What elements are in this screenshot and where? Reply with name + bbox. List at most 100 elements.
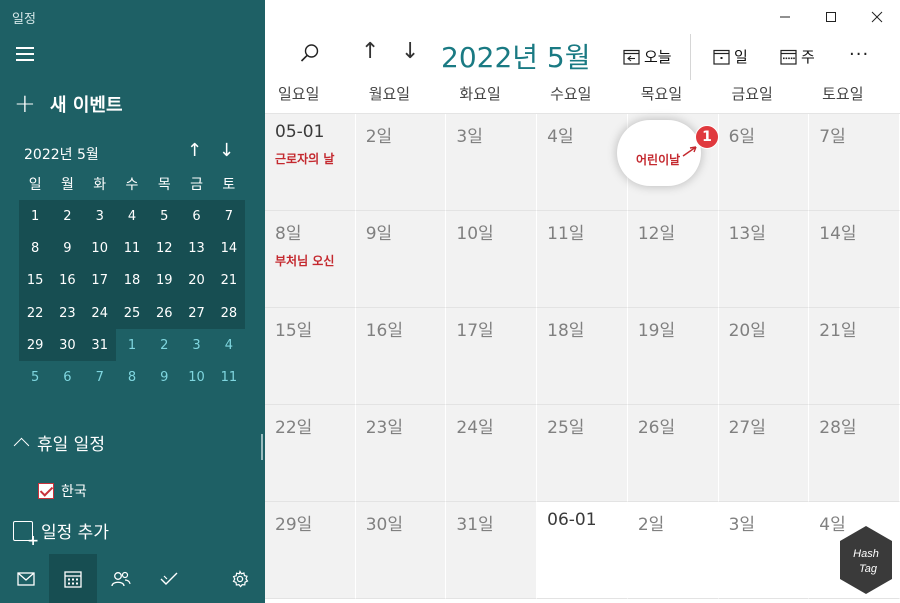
mini-next-month-arrow-down-icon[interactable]: ↓ (219, 140, 234, 161)
day-cell[interactable]: 16일 (355, 308, 447, 405)
mini-calendar-day[interactable]: 9 (148, 361, 180, 393)
day-cell[interactable]: 2일 (627, 502, 719, 599)
todo-app-button[interactable] (145, 554, 193, 603)
mini-calendar-day[interactable]: 24 (83, 296, 116, 330)
day-cell[interactable]: 26일 (627, 405, 719, 502)
mini-calendar-day[interactable]: 21 (212, 264, 245, 297)
day-cell[interactable]: 8일 부처님 오신 (265, 211, 356, 308)
previous-month-arrow-up-icon[interactable]: ↑ (361, 39, 379, 64)
day-view-button[interactable]: 일 (713, 46, 748, 67)
mini-calendar-day[interactable]: 7 (84, 361, 116, 393)
people-app-button[interactable] (97, 554, 145, 603)
mini-calendar-day[interactable]: 16 (51, 264, 84, 297)
mini-calendar-day[interactable]: 11 (213, 361, 245, 393)
day-cell[interactable]: 23일 (355, 405, 447, 502)
mini-calendar-day[interactable]: 8 (116, 361, 148, 393)
mini-calendar-day[interactable]: 28 (212, 296, 245, 330)
search-button[interactable] (299, 42, 323, 66)
mini-calendar-day[interactable]: 30 (51, 329, 84, 362)
day-cell[interactable]: 31일 (446, 502, 538, 599)
close-button[interactable] (854, 0, 900, 34)
mini-calendar-day[interactable]: 2 (51, 200, 84, 233)
mini-calendar-day[interactable]: 4 (213, 329, 245, 361)
mini-calendar-day[interactable]: 4 (115, 200, 149, 233)
mini-calendar-day[interactable]: 5 (19, 361, 51, 393)
mini-calendar-day[interactable]: 14 (212, 232, 245, 265)
next-month-arrow-down-icon[interactable]: ↓ (401, 39, 419, 64)
holiday-event[interactable]: 부처님 오신 (275, 252, 345, 269)
day-cell[interactable]: 20일 (718, 308, 810, 405)
mini-calendar-day[interactable]: 10 (83, 232, 116, 265)
day-cell[interactable]: 2일 (355, 114, 447, 211)
mini-calendar-day[interactable]: 18 (115, 264, 149, 297)
minimize-button[interactable] (762, 0, 808, 34)
mini-calendar-day[interactable]: 20 (180, 264, 213, 297)
mini-calendar-day[interactable]: 31 (83, 329, 116, 362)
mini-calendar-day[interactable]: 11 (115, 232, 149, 265)
day-cell[interactable]: 29일 (265, 502, 356, 599)
mini-calendar-day[interactable]: 13 (180, 232, 213, 265)
day-cell[interactable]: 13일 (718, 211, 810, 308)
day-cell[interactable]: 30일 (355, 502, 447, 599)
day-cell[interactable]: 22일 (265, 405, 356, 502)
mini-calendar-day[interactable]: 6 (180, 200, 213, 233)
day-cell[interactable]: 21일 (809, 308, 900, 405)
mini-calendar-day[interactable]: 8 (19, 232, 52, 265)
mini-calendar-day[interactable]: 3 (83, 200, 116, 233)
day-cell[interactable]: 11일 (537, 211, 628, 308)
calendar-app-button[interactable] (49, 554, 97, 603)
day-cell[interactable]: 05-01 근로자의 날 (265, 114, 356, 211)
mini-calendar-day[interactable]: 22 (19, 296, 52, 330)
day-cell[interactable]: 10일 (446, 211, 538, 308)
mini-calendar-day[interactable]: 9 (51, 232, 84, 265)
hamburger-menu-icon[interactable] (16, 47, 34, 61)
mini-calendar-day[interactable]: 15 (19, 264, 52, 297)
mini-calendar-day[interactable]: 29 (19, 329, 52, 362)
day-cell[interactable]: 4일 (537, 114, 628, 211)
holiday-section-toggle[interactable]: 휴일 일정 (13, 430, 105, 455)
day-cell[interactable]: 06-01 (537, 502, 628, 599)
add-calendar-button[interactable]: 일정 추가 (13, 518, 109, 549)
day-cell[interactable]: 27일 (718, 405, 810, 502)
mini-calendar-day[interactable]: 19 (148, 264, 181, 297)
mini-calendar-day[interactable]: 1 (116, 329, 148, 361)
day-cell[interactable]: 9일 (355, 211, 447, 308)
mini-calendar-day[interactable]: 25 (115, 296, 149, 330)
day-cell[interactable]: 18일 (537, 308, 628, 405)
mini-calendar-day[interactable]: 23 (51, 296, 84, 330)
mini-calendar-day[interactable]: 6 (51, 361, 83, 393)
mini-calendar-day[interactable]: 12 (148, 232, 181, 265)
mini-calendar-day[interactable]: 26 (148, 296, 181, 330)
mini-calendar-day[interactable]: 5 (148, 200, 181, 233)
mini-calendar-day[interactable]: 27 (180, 296, 213, 330)
more-options-ellipsis-icon[interactable]: ··· (849, 44, 869, 65)
korea-calendar-item[interactable]: 한국 (38, 481, 87, 501)
mini-calendar-day[interactable]: 2 (148, 329, 180, 361)
mail-app-button[interactable] (2, 554, 50, 603)
today-button[interactable]: 오늘 (623, 46, 672, 67)
day-cell[interactable]: 3일 (718, 502, 810, 599)
childrens-day-event[interactable]: 어린이날 (636, 151, 680, 168)
day-cell[interactable]: 15일 (265, 308, 356, 405)
current-month-title[interactable]: 2022년 5월 (441, 36, 591, 76)
day-cell[interactable]: 6일 (718, 114, 810, 211)
day-cell[interactable]: 25일 (537, 405, 628, 502)
day-cell[interactable]: 28일 (809, 405, 900, 502)
settings-button[interactable] (216, 554, 264, 603)
mini-calendar-day[interactable]: 3 (180, 329, 212, 361)
mini-calendar-day[interactable]: 7 (212, 200, 245, 233)
mini-prev-month-arrow-up-icon[interactable]: ↑ (187, 140, 202, 161)
mini-calendar-day[interactable]: 1 (19, 200, 52, 233)
mini-calendar-day[interactable]: 10 (180, 361, 212, 393)
maximize-button[interactable] (808, 0, 854, 34)
day-cell[interactable]: 7일 (809, 114, 900, 211)
day-cell[interactable]: 19일 (627, 308, 719, 405)
korea-calendar-checkbox[interactable] (38, 483, 54, 499)
day-cell[interactable]: 3일 (446, 114, 538, 211)
week-view-button[interactable]: 주 (780, 46, 815, 67)
day-cell[interactable]: 24일 (446, 405, 538, 502)
day-cell[interactable]: 12일 (627, 211, 719, 308)
sidebar-scrollbar[interactable] (261, 434, 263, 460)
holiday-event[interactable]: 근로자의 날 (275, 150, 345, 167)
mini-calendar-day[interactable]: 17 (83, 264, 116, 297)
